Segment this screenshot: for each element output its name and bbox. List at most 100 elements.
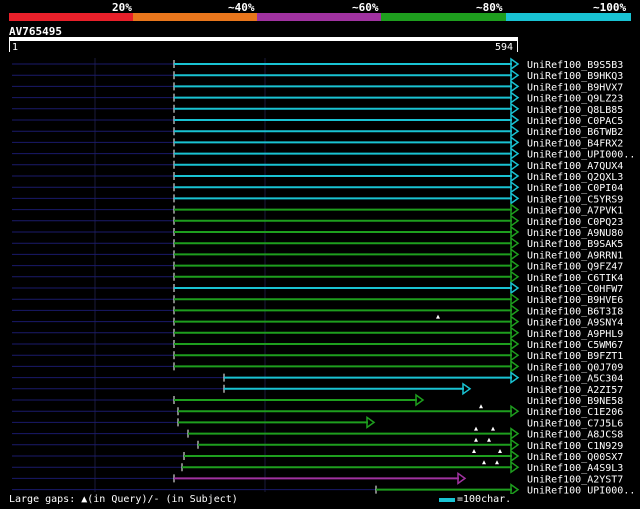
hit-row[interactable]: UniRef100_B9HVE6 — [12, 292, 623, 306]
hit-label[interactable]: UniRef100_A2YST7 — [527, 474, 623, 485]
hit-label[interactable]: UniRef100_C0PAC5 — [527, 116, 623, 127]
hit-label[interactable]: UniRef100_B6T3I8 — [527, 306, 623, 317]
hit-row[interactable]: UniRef100_B6TWB2 — [12, 124, 623, 138]
hit-row[interactable]: UniRef100_C1N929 — [12, 437, 623, 452]
hit-label[interactable]: UniRef100_B9FZT1 — [527, 351, 623, 362]
hit-arrowhead — [510, 371, 520, 385]
hit-arrowhead — [510, 281, 520, 295]
hit-label[interactable]: UniRef100_Q8LB85 — [527, 105, 623, 116]
hit-label[interactable]: UniRef100_A8JCS8 — [527, 430, 623, 441]
scale-bar — [439, 498, 455, 502]
hit-row[interactable]: UniRef100_A9PHL9 — [12, 326, 623, 340]
query-gap-marker-icon — [474, 426, 478, 431]
hit-label[interactable]: UniRef100_A2ZI57 — [527, 385, 623, 396]
hit-label[interactable]: UniRef100_B9HVX7 — [527, 82, 623, 93]
hit-label[interactable]: UniRef100_Q2QXL3 — [527, 172, 623, 183]
hit-arrowhead — [510, 203, 520, 217]
hit-row[interactable]: UniRef100_A5C304 — [12, 371, 623, 385]
hit-arrowhead — [510, 359, 520, 373]
hit-row[interactable]: UniRef100_Q9LZ23 — [12, 91, 623, 105]
hit-label[interactable]: UniRef100_Q00SX7 — [527, 452, 623, 463]
hit-label[interactable]: UniRef100_A5C304 — [527, 374, 623, 385]
hit-label[interactable]: UniRef100_C0HFW7 — [527, 284, 623, 295]
hit-row[interactable]: UniRef100_C6TIK4 — [12, 270, 623, 284]
hit-row[interactable]: UniRef100_B9SAK5 — [12, 236, 623, 250]
hit-label[interactable]: UniRef100_C0PQ23 — [527, 217, 623, 228]
hit-row[interactable]: UniRef100_A7PVK1 — [12, 203, 623, 217]
hit-row[interactable]: UniRef100_A9SNY4 — [12, 314, 623, 329]
hit-label[interactable]: UniRef100_C7J5L6 — [527, 418, 623, 429]
hit-label[interactable]: UniRef100_B9HVE6 — [527, 295, 623, 306]
hit-arrowhead — [510, 91, 520, 105]
hit-row[interactable]: UniRef100_B9S5B3 — [12, 57, 623, 71]
hit-row[interactable]: UniRef100_B6T3I8 — [12, 303, 623, 317]
hit-label[interactable]: UniRef100_B4FRX2 — [527, 138, 623, 149]
hit-label[interactable]: UniRef100_B9SAK5 — [527, 239, 623, 250]
hit-arrowhead — [510, 259, 520, 273]
hit-label[interactable]: UniRef100_C5WM67 — [527, 340, 623, 351]
hit-row[interactable]: UniRef100_UPI000.. — [12, 147, 635, 161]
hit-row[interactable]: UniRef100_A2ZI57 — [12, 382, 623, 396]
hit-arrowhead — [366, 415, 376, 429]
hit-label[interactable]: UniRef100_A4S9L3 — [527, 463, 623, 474]
hit-label[interactable]: UniRef100_A9NU80 — [527, 228, 623, 239]
hit-label[interactable]: UniRef100_A7QUX4 — [527, 161, 623, 172]
hit-arrowhead — [510, 180, 520, 194]
scale-label: =100char. — [457, 494, 512, 505]
query-gap-marker-icon — [495, 460, 499, 465]
hit-row[interactable]: UniRef100_B9HVX7 — [12, 79, 623, 93]
hit-label[interactable]: UniRef100_A9PHL9 — [527, 329, 623, 340]
hit-label[interactable]: UniRef100_UPI000.. — [527, 150, 635, 161]
query-gap-marker-icon — [498, 449, 502, 453]
hit-row[interactable]: UniRef100_C5WM67 — [12, 337, 623, 351]
hit-row[interactable]: UniRef100_Q0J709 — [12, 359, 623, 373]
hit-label[interactable]: UniRef100_C1E206 — [527, 407, 623, 418]
hit-row[interactable]: UniRef100_C0PI04 — [12, 180, 623, 194]
hit-row[interactable]: UniRef100_C0PAC5 — [12, 113, 623, 127]
hit-arrowhead — [510, 158, 520, 172]
query-gap-marker-icon — [436, 314, 440, 319]
hit-row[interactable]: UniRef100_C0PQ23 — [12, 214, 623, 228]
hit-arrowhead — [510, 427, 520, 441]
hit-label[interactable]: UniRef100_A9RRN1 — [527, 250, 623, 261]
hit-row[interactable]: UniRef100_B9NE58 — [12, 393, 623, 407]
hit-row[interactable]: UniRef100_C0HFW7 — [12, 281, 623, 295]
hit-label[interactable]: UniRef100_C5YRS9 — [527, 194, 623, 205]
hit-label[interactable]: UniRef100_Q0J709 — [527, 362, 623, 373]
hit-row[interactable]: UniRef100_B9HKQ3 — [12, 68, 623, 82]
hit-arrowhead — [510, 102, 520, 116]
hit-label[interactable]: UniRef100_C6TIK4 — [527, 273, 623, 284]
hit-row[interactable]: UniRef100_Q2QXL3 — [12, 169, 623, 183]
hit-label[interactable]: UniRef100_C0PI04 — [527, 183, 623, 194]
hit-label[interactable]: UniRef100_B9S5B3 — [527, 60, 623, 71]
query-gap-marker-icon — [491, 426, 495, 431]
hit-row[interactable]: UniRef100_A2YST7 — [12, 471, 623, 485]
hit-label[interactable]: UniRef100_Q9LZ23 — [527, 94, 623, 105]
hit-row[interactable]: UniRef100_A7QUX4 — [12, 158, 623, 172]
hit-label[interactable]: UniRef100_A9SNY4 — [527, 318, 623, 329]
hit-label[interactable]: UniRef100_B9HKQ3 — [527, 71, 623, 82]
hit-arrowhead — [510, 483, 520, 494]
hit-arrowhead — [510, 68, 520, 82]
hit-row[interactable]: UniRef100_C5YRS9 — [12, 191, 623, 205]
hit-label[interactable]: UniRef100_Q9FZ47 — [527, 262, 623, 273]
alignment-hits: UniRef100_B9S5B3UniRef100_B9HKQ3UniRef10… — [12, 57, 635, 494]
hit-row[interactable]: UniRef100_Q00SX7 — [12, 449, 623, 463]
hit-row[interactable]: UniRef100_B9FZT1 — [12, 348, 623, 362]
hit-row[interactable]: UniRef100_A9RRN1 — [12, 247, 623, 261]
hit-row[interactable]: UniRef100_UPI000.. — [12, 483, 635, 494]
hit-row[interactable]: UniRef100_B4FRX2 — [12, 135, 623, 149]
hit-row[interactable]: UniRef100_A9NU80 — [12, 225, 623, 239]
hit-row[interactable]: UniRef100_Q8LB85 — [12, 102, 623, 116]
hit-label[interactable]: UniRef100_B9NE58 — [527, 396, 623, 407]
hit-row[interactable]: UniRef100_Q9FZ47 — [12, 259, 623, 273]
hit-arrowhead — [510, 404, 520, 418]
hit-row[interactable]: UniRef100_A4S9L3 — [12, 460, 623, 474]
hit-row[interactable]: UniRef100_A8JCS8 — [12, 426, 623, 441]
hit-label[interactable]: UniRef100_UPI000.. — [527, 486, 635, 494]
hit-row[interactable]: UniRef100_C7J5L6 — [12, 415, 623, 429]
hit-label[interactable]: UniRef100_B6TWB2 — [527, 127, 623, 138]
hit-label[interactable]: UniRef100_A7PVK1 — [527, 206, 623, 217]
hit-label[interactable]: UniRef100_C1N929 — [527, 441, 623, 452]
hit-row[interactable]: UniRef100_C1E206 — [12, 404, 623, 418]
